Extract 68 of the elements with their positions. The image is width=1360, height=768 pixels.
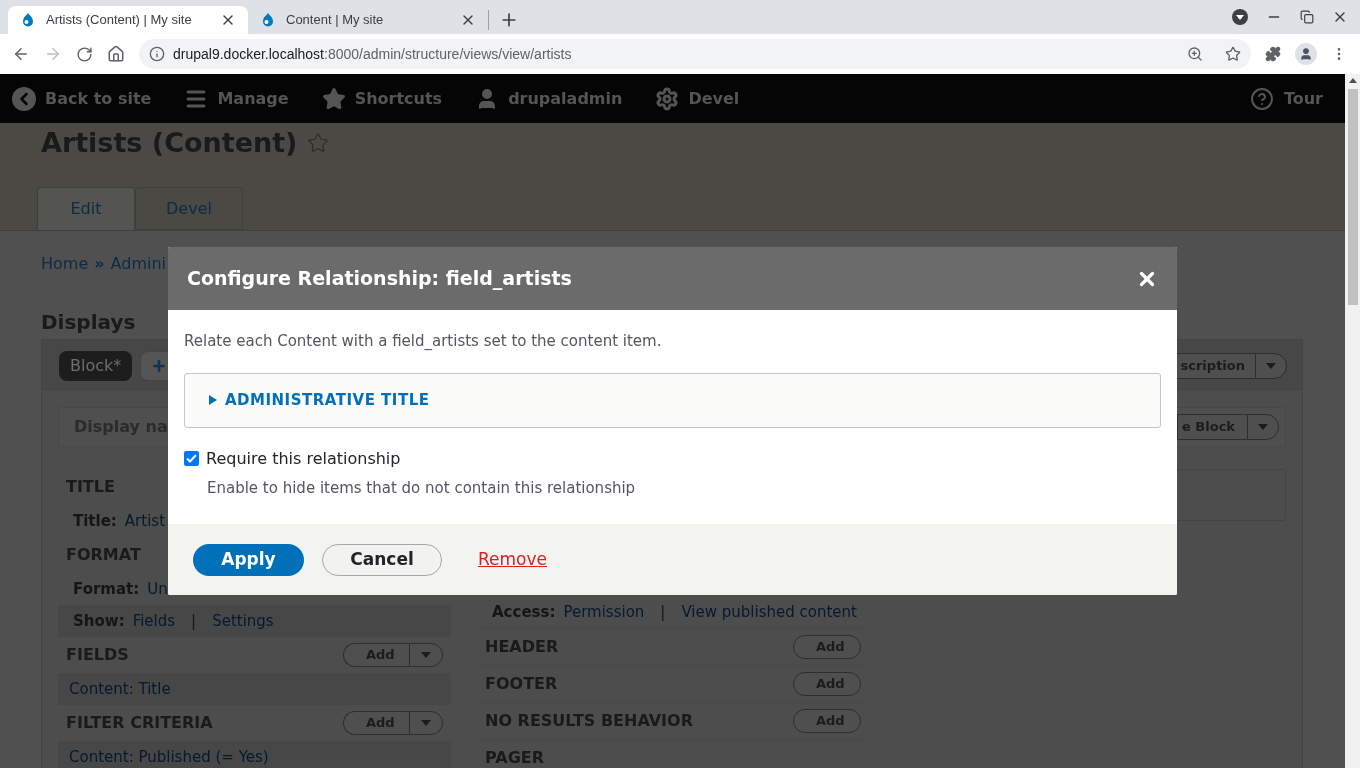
toolbar-item[interactable]: drupaladmin — [475, 86, 623, 111]
page-tab[interactable]: Devel — [135, 187, 243, 230]
toolbar-item[interactable]: Shortcuts — [321, 86, 443, 111]
toolbar-item[interactable]: Devel — [655, 86, 740, 111]
home-icon[interactable] — [107, 45, 125, 63]
dialog-description: Relate each Content with a field_artists set to the content item. — [184, 331, 663, 352]
breadcrumb-separator: » — [94, 253, 105, 275]
separator: | — [190, 610, 198, 632]
display-tab[interactable]: Block* — [59, 350, 133, 381]
row-label: Access: — [492, 601, 556, 623]
bookmark-star-icon[interactable] — [1225, 46, 1241, 62]
tab-title: Artists (Content) | My site — [46, 11, 193, 30]
caret-icon — [421, 652, 431, 658]
extensions-icon[interactable] — [1265, 46, 1281, 62]
separator: | — [659, 601, 667, 623]
link[interactable]: Permission — [563, 600, 645, 624]
link[interactable]: Settings — [212, 609, 274, 633]
url-text: drupal9.docker.localhost:8000/admin/structure/views/view/artists — [173, 44, 573, 64]
link[interactable]: Artist — [124, 509, 166, 533]
tab-title: Content | My site — [286, 11, 385, 30]
toolbar-item[interactable]: Back to site — [12, 86, 152, 111]
tour-button[interactable]: Tour — [1249, 86, 1323, 111]
scrollbar-thumb[interactable] — [1347, 89, 1358, 305]
link[interactable]: View published content — [681, 600, 857, 624]
drupal-logo-icon — [20, 12, 36, 28]
page-tab[interactable]: Edit — [37, 187, 135, 230]
dropdown-toggle[interactable] — [409, 711, 443, 735]
caret-icon — [1266, 362, 1276, 369]
row-label: Title: — [73, 510, 117, 532]
link[interactable]: Content: Title — [69, 677, 171, 701]
drupal-logo-icon — [260, 12, 276, 28]
toolbar-item[interactable]: Manage — [184, 86, 289, 111]
remove-link[interactable]: Remove — [478, 546, 547, 573]
star-icon — [321, 86, 346, 111]
checkbox-description: Enable to hide items that do not contain this relationship — [207, 477, 637, 499]
browser-tab[interactable]: Artists (Content) | My site — [8, 6, 248, 34]
scrollbar[interactable] — [1345, 74, 1360, 768]
dropdown-toggle[interactable] — [1247, 414, 1279, 440]
link[interactable]: Un — [147, 577, 168, 601]
cancel-button[interactable]: Cancel — [322, 543, 442, 576]
zoom-icon[interactable] — [1187, 46, 1203, 62]
details-panel[interactable]: ADMINISTRATIVE TITLE — [184, 372, 1161, 428]
dialog-title: Configure Relationship: field_artists — [187, 266, 573, 292]
apply-button[interactable]: Apply — [193, 543, 304, 576]
link[interactable]: Fields — [132, 609, 176, 633]
caret-icon — [1258, 424, 1268, 430]
checkbox-label: Require this relationship — [206, 447, 401, 470]
back-icon[interactable] — [12, 45, 30, 63]
checkbox[interactable] — [184, 451, 199, 466]
star-icon[interactable] — [307, 132, 330, 154]
profile-icon[interactable] — [1295, 43, 1317, 65]
settings-icon — [655, 86, 680, 111]
reload-icon[interactable] — [76, 45, 93, 63]
breadcrumb-link[interactable]: Home — [41, 252, 89, 276]
details-summary: ADMINISTRATIVE TITLE — [225, 389, 430, 411]
dropdown-toggle[interactable] — [409, 643, 443, 667]
address-bar[interactable]: drupal9.docker.localhost:8000/admin/structure/views/view/artists — [139, 39, 1251, 69]
tab-search-icon[interactable] — [1232, 9, 1248, 25]
restore-icon[interactable] — [1300, 10, 1314, 24]
caret-icon — [421, 720, 431, 726]
dropdown-toggle[interactable] — [1255, 352, 1287, 379]
browser-tab[interactable]: Content | My site — [248, 6, 488, 34]
help-icon — [1249, 86, 1274, 111]
plus-icon — [151, 357, 168, 374]
info-icon[interactable] — [149, 46, 165, 62]
scroll-up-icon[interactable] — [1348, 78, 1357, 83]
breadcrumb-link[interactable]: Admini — [110, 252, 167, 276]
row-label: Format: — [73, 578, 140, 600]
